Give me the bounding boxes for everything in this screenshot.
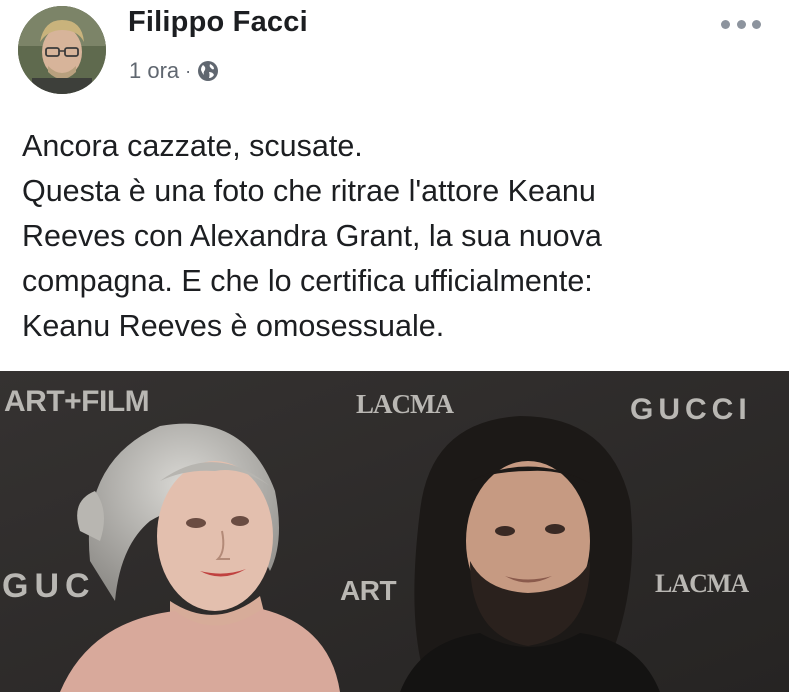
more-dot: [736, 19, 746, 29]
post-text-line: Reeves con Alexandra Grant, la sua nuova: [22, 219, 602, 253]
post-meta: 1 ora ·: [129, 58, 219, 84]
post-timestamp[interactable]: 1 ora: [129, 58, 179, 84]
post-header: Filippo Facci 1 ora ·: [0, 0, 789, 110]
more-dot: [721, 19, 730, 29]
globe-icon[interactable]: [197, 60, 219, 82]
backdrop-logo: ART: [340, 575, 397, 606]
post-text-line: Ancora cazzate, scusate.: [22, 129, 363, 163]
backdrop-logo: GUC: [2, 567, 96, 605]
post-photo[interactable]: ART+FILM LACMA GUCCI GUC ART LACMA: [0, 371, 789, 692]
backdrop-logo: ART+FILM: [4, 385, 150, 418]
post-text-line: Keanu Reeves è omosessuale.: [22, 309, 445, 343]
backdrop-logo: GUCCI: [630, 393, 752, 426]
more-options-icon[interactable]: [721, 14, 761, 34]
woman-face: [157, 461, 273, 611]
post-text-line: Questa è una foto che ritrae l'attore Ke…: [22, 174, 596, 208]
more-dot: [752, 19, 761, 29]
author-name[interactable]: Filippo Facci: [128, 6, 308, 39]
author-avatar[interactable]: [18, 6, 106, 94]
post-text-line: compagna. E che lo certifica ufficialmen…: [22, 264, 593, 298]
backdrop-logo: LACMA: [356, 389, 454, 419]
backdrop-logo: LACMA: [655, 569, 749, 598]
post-body-text: Ancora cazzate, scusate. Questa è una fo…: [22, 124, 762, 349]
meta-separator: ·: [185, 61, 192, 81]
avatar-photo: [18, 6, 106, 94]
